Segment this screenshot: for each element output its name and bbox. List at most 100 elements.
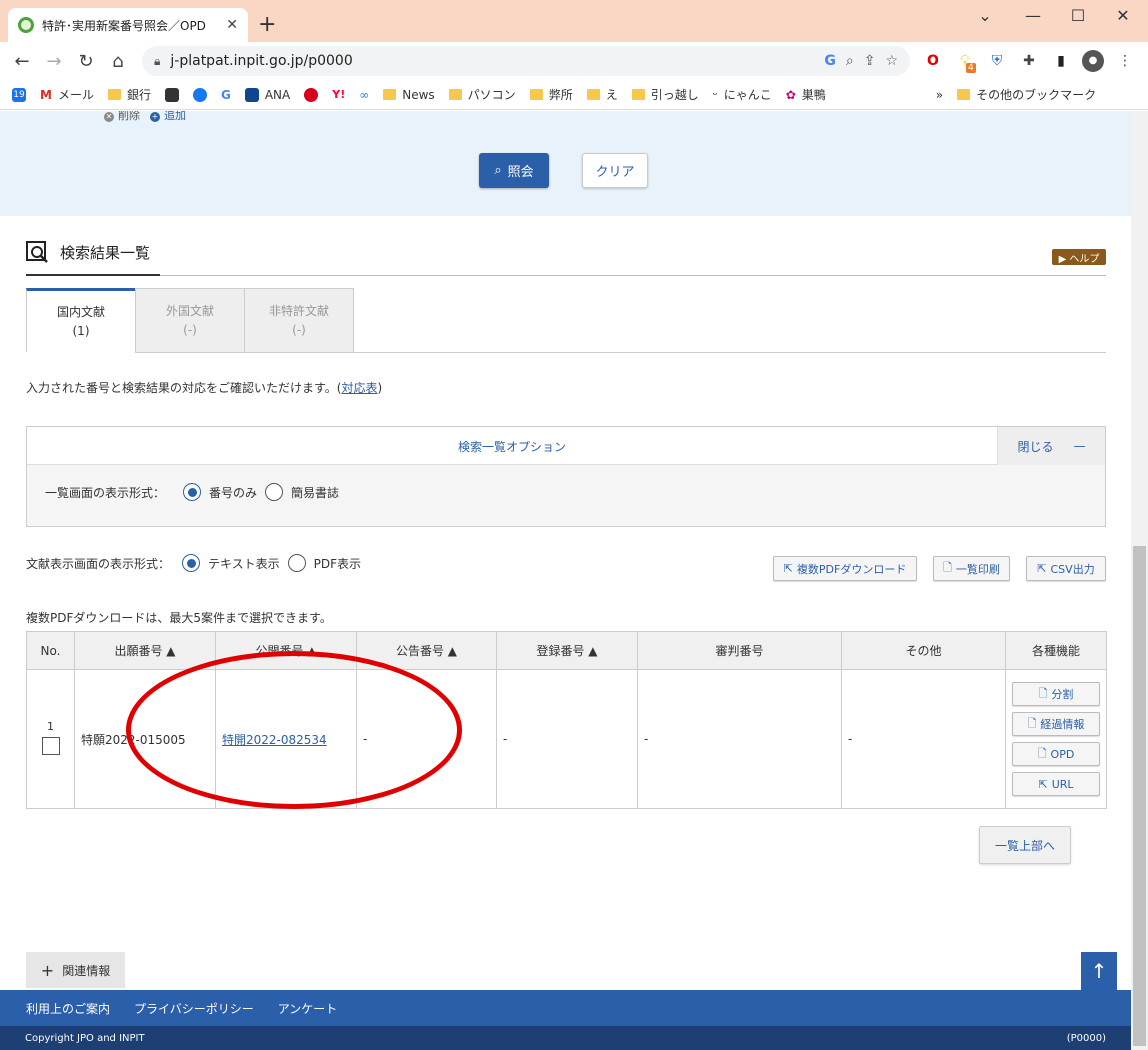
bookmark-nyanko[interactable]: ᵕ にゃんこ [713, 86, 772, 103]
bookmark-mail[interactable]: M メール [40, 86, 94, 103]
cell-appeal-number: - [637, 669, 842, 809]
url-button[interactable]: ⇱ URL [1012, 772, 1100, 796]
query-button[interactable]: ⌕ 照会 [479, 153, 549, 188]
collapse-icon: — [1073, 439, 1086, 453]
shield-extension-icon[interactable]: ⛨ [986, 50, 1008, 72]
bookmark-news[interactable]: News [383, 88, 435, 102]
related-info-button[interactable]: + 関連情報 [26, 952, 125, 988]
home-icon[interactable]: ⌂ [102, 51, 134, 72]
google-bookmark-icon[interactable]: G [221, 88, 231, 102]
extension-badge: 4 [966, 63, 976, 73]
cell-no: 1 [26, 669, 75, 809]
infinity-bookmark-icon[interactable]: ∞ [359, 88, 369, 102]
lock-icon: 🔒︎ [154, 53, 161, 68]
minimize-icon[interactable]: — [1018, 6, 1048, 25]
delete-row-link[interactable]: ✕ 削除 [104, 111, 140, 123]
red-annotation-circle [126, 651, 462, 809]
scrollbar-thumb[interactable] [1133, 546, 1146, 1046]
address-bar[interactable]: 🔒︎ j-platpat.inpit.go.jp/p0000 G ⌕ ⇪ ☆ [142, 46, 910, 76]
correspondence-table-link[interactable]: 対応表 [341, 381, 377, 395]
page-top-arrow-icon[interactable]: ↑ [1081, 952, 1117, 990]
col-application-sort[interactable]: 出願番号 ▲ [74, 631, 216, 670]
progress-info-button[interactable]: 🗋︎ 経過情報 [1012, 712, 1100, 736]
document-icon: 🗋︎ [1027, 716, 1037, 730]
csv-export-button[interactable]: ⇱ CSV出力 [1026, 556, 1106, 581]
add-icon: + [150, 112, 160, 122]
row-select-checkbox[interactable] [41, 737, 60, 755]
footer-link-survey[interactable]: アンケート [278, 1000, 338, 1017]
bookmarks-bar: 19 M メール 銀行 G ANA Y! ∞ News パソコン 弊所 え 引っ越… [0, 80, 1148, 110]
tab-search-icon[interactable]: ⌄ [970, 6, 1000, 25]
clear-button[interactable]: クリア [582, 153, 648, 188]
print-list-button[interactable]: 🗋︎ 一覧印刷 [933, 556, 1010, 581]
search-results-icon [26, 241, 48, 263]
col-no: No. [26, 631, 75, 670]
multi-pdf-note: 複数PDFダウンロードは、最大5案件まで選択できます。 [26, 611, 332, 625]
forward-icon[interactable]: → [38, 51, 70, 72]
jal-bookmark-icon[interactable] [304, 87, 319, 102]
bookmark-ana[interactable]: ANA [244, 87, 290, 102]
results-heading: 検索結果一覧 [26, 241, 150, 263]
document-icon: 🗋︎ [1038, 686, 1048, 700]
bookmark-moving[interactable]: 引っ越し [631, 86, 699, 103]
browser-menu-icon[interactable]: ⋮ [1114, 50, 1136, 72]
folder-icon [107, 89, 121, 100]
cell-functions: 🗋︎ 分割 🗋︎ 経過情報 🗋︎ OPD ⇱ URL [1005, 669, 1107, 809]
google-icon[interactable]: G [824, 53, 836, 69]
facebook-bookmark-icon[interactable] [192, 87, 207, 102]
footer-link-usage[interactable]: 利用上のご案内 [26, 1000, 110, 1017]
new-tab-icon[interactable]: + [258, 12, 276, 37]
window-close-icon[interactable]: ✕ [1108, 6, 1138, 25]
list-format-label: 一覧画面の表示形式： [45, 485, 166, 500]
back-to-list-top-button[interactable]: 一覧上部へ [979, 826, 1071, 864]
bookmark-office[interactable]: 弊所 [529, 86, 573, 103]
more-bookmarks-icon[interactable]: » [936, 88, 943, 102]
folder-icon [383, 89, 397, 100]
radio-text-display[interactable] [182, 554, 201, 572]
bookmark-sugamo[interactable]: ✿ 巣鴨 [786, 86, 826, 103]
add-row-link[interactable]: + 追加 [150, 111, 186, 123]
tab-close-icon[interactable]: ✕ [226, 17, 238, 33]
opera-extension-icon[interactable]: O [922, 50, 944, 72]
back-icon[interactable]: ← [6, 51, 38, 72]
side-panel-icon[interactable]: ▮ [1050, 50, 1072, 72]
calendar-bookmark-icon[interactable]: 19 [12, 87, 26, 102]
zoom-icon[interactable]: ⌕ [846, 53, 854, 69]
correspondence-info: 入力された番号と検索結果の対応をご確認いただけます。(対応表) [26, 381, 383, 395]
other-bookmarks[interactable]: その他のブックマーク [957, 86, 1096, 103]
table-header-row: No. 出願番号 ▲ 公開番号 ▲ 公告番号 ▲ 登録番号 ▲ 審判番号 その他… [26, 631, 1107, 670]
yahoo-bookmark-icon[interactable]: Y! [332, 88, 345, 101]
share-icon[interactable]: ⇪ [864, 53, 876, 69]
profile-avatar[interactable]: ● [1082, 50, 1104, 72]
tab-domestic-docs[interactable]: 国内文献 (1) [26, 288, 136, 352]
help-button[interactable]: ▶ ヘルプ [1052, 249, 1106, 265]
flower-icon: ✿ [785, 87, 796, 102]
multi-pdf-download-button[interactable]: ⇱ 複数PDFダウンロード [773, 556, 917, 581]
options-close-button[interactable]: 閉じる — [997, 427, 1105, 465]
tab-nonpatent-docs[interactable]: 非特許文献 (-) [244, 288, 354, 352]
tab-title: 特許･実用新案番号照会／OPD [42, 18, 206, 33]
list-format-row: 一覧画面の表示形式： 番号のみ 簡易書誌 [45, 483, 339, 501]
photo-bookmark-icon[interactable] [164, 87, 179, 102]
page-id: (P0000) [1066, 1032, 1106, 1044]
folder-icon [586, 89, 600, 100]
tab-foreign-docs[interactable]: 外国文献 (-) [135, 288, 245, 352]
bookmark-bank[interactable]: 銀行 [107, 86, 151, 103]
radio-pdf-display[interactable] [287, 554, 306, 572]
heading-underline [26, 274, 160, 276]
puzzle-extensions-icon[interactable]: ✚ [1018, 50, 1040, 72]
radio-simple-biblio[interactable] [265, 483, 284, 501]
footer-link-privacy[interactable]: プライバシーポリシー [134, 1000, 254, 1017]
radio-number-only[interactable] [183, 483, 202, 501]
bookmark-star-icon[interactable]: ☆ [885, 53, 898, 69]
browser-tab[interactable]: 特許･実用新案番号照会／OPD ✕ [8, 8, 248, 42]
bookmark-pc[interactable]: パソコン [448, 86, 516, 103]
opd-button[interactable]: 🗋︎ OPD [1012, 742, 1100, 766]
maximize-icon[interactable]: ☐ [1063, 6, 1093, 25]
col-registration-sort[interactable]: 登録番号 ▲ [496, 631, 638, 670]
bookmark-e[interactable]: え [586, 86, 618, 103]
reload-icon[interactable]: ↻ [70, 51, 102, 72]
folder-icon [631, 89, 645, 100]
footer-bottom: Copyright JPO and INPIT (P0000) [0, 1026, 1131, 1050]
division-button[interactable]: 🗋︎ 分割 [1012, 682, 1100, 706]
